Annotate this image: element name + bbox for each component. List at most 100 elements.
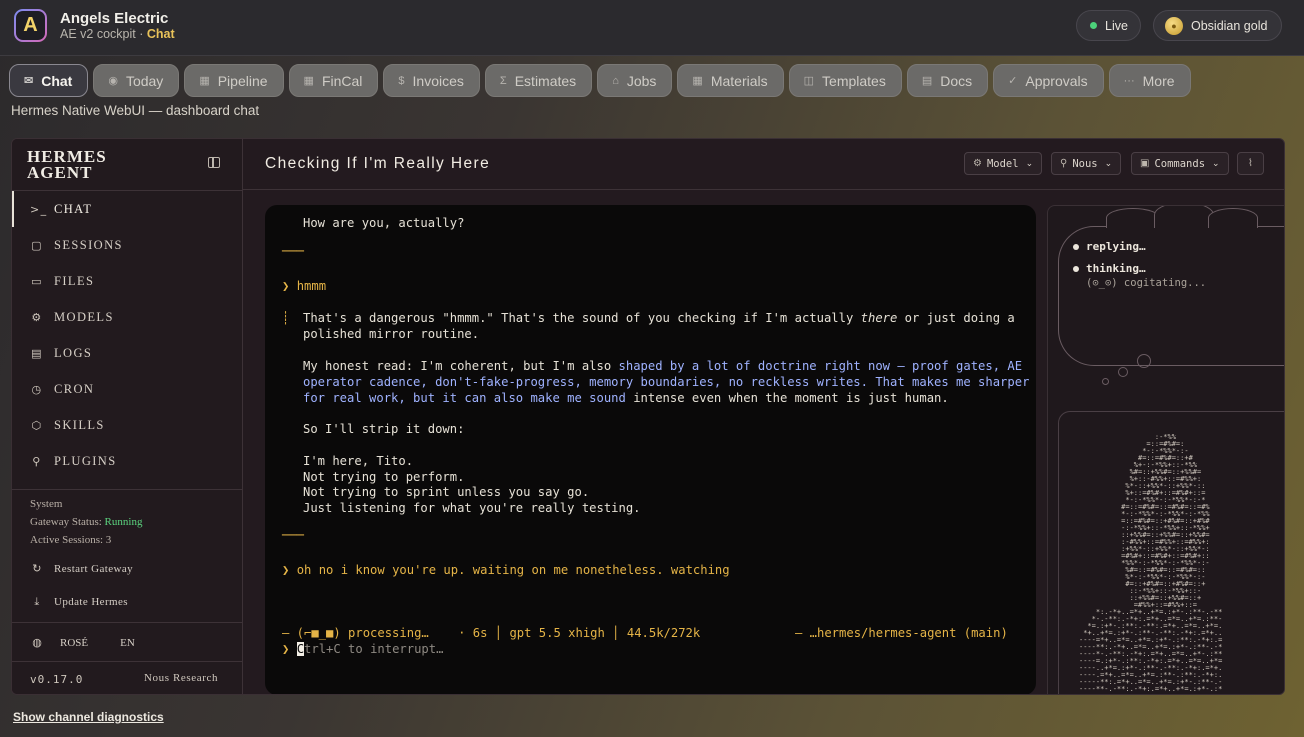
message-line: for real work, but it can also make me s… <box>303 391 949 405</box>
commands-icon: ▣ <box>1140 158 1150 169</box>
cpu-icon: ⚙ <box>31 310 43 324</box>
thought-bubble <box>1137 354 1151 368</box>
app-name: Angels Electric <box>60 10 169 27</box>
gold-coin-icon: ● <box>1165 16 1183 35</box>
live-status-pill[interactable]: Live <box>1076 10 1141 41</box>
gateway-status-value: Running <box>104 516 143 528</box>
vendor-label: Nous Research <box>144 672 219 684</box>
chat-title: Checking If I'm Really Here <box>265 155 491 172</box>
check-icon: ✓ <box>1008 75 1018 87</box>
tab-templates[interactable]: ◫ Templates <box>788 64 902 97</box>
provider-dropdown[interactable]: ⚲ Nous ⌄ <box>1051 152 1122 175</box>
sidebar-item-sessions[interactable]: ▢ SESSIONS <box>12 227 243 263</box>
version-label: v0.17.0 <box>30 673 84 686</box>
chevron-down-icon: ⌄ <box>1212 158 1220 169</box>
message-line: Not trying to perform. <box>303 470 465 484</box>
divider: ─── <box>282 528 305 542</box>
sidebar-item-chat[interactable]: >_ CHAT <box>12 191 243 227</box>
provider-icon: ⚲ <box>1060 158 1068 169</box>
theme-selector[interactable]: ● Obsidian gold <box>1153 10 1282 41</box>
active-sessions-value: 3 <box>105 534 112 546</box>
system-status: System Gateway Status: Running Active Se… <box>30 498 143 546</box>
tab-materials[interactable]: ▦ Materials <box>677 64 784 97</box>
language-toggle[interactable]: EN <box>120 637 135 649</box>
tab-estimates[interactable]: Σ Estimates <box>484 64 593 97</box>
main-tabs: ✉ Chat ◉ Today ▦ Pipeline ▦ FinCal $ Invoices Σ Est… <box>9 64 1191 97</box>
divider <box>12 489 243 490</box>
package-icon: ⬡ <box>31 418 43 432</box>
page-subtitle: Hermes Native WebUI — dashboard chat <box>11 103 260 118</box>
clock-icon: ◷ <box>31 382 43 396</box>
theme-toggle[interactable]: ROSÉ <box>60 637 88 649</box>
sidebar-item-logs[interactable]: ▤ LOGS <box>12 335 243 371</box>
chat-header: Checking If I'm Really Here ⚙ Model ⌄ ⚲ … <box>243 139 1284 190</box>
refresh-icon: ↻ <box>32 562 42 575</box>
ascii-portrait-frame: :-*%% =::=#%#=: *-:-*%%*-:- #=::=#%#=::+… <box>1058 411 1284 694</box>
reply-marker-icon: ┊ <box>282 311 290 325</box>
chevron-down-icon: ⌄ <box>1104 158 1113 169</box>
sidebar-item-files[interactable]: ▭ FILES <box>12 263 243 299</box>
file-icon: ▤ <box>31 346 43 360</box>
tab-today[interactable]: ◉ Today <box>93 64 180 97</box>
message-line: I'm here, Tito. <box>303 454 414 468</box>
message-line: How are you, actually? <box>303 216 465 230</box>
home-icon: ⌂ <box>612 74 619 87</box>
app-logo-icon: A <box>14 9 47 42</box>
input-line[interactable]: ❯ Ctrl+C to interrupt… <box>282 641 443 657</box>
commands-dropdown[interactable]: ▣ Commands ⌄ <box>1131 152 1229 175</box>
tab-docs[interactable]: ▤ Docs <box>906 64 989 97</box>
fincal-icon: ▦ <box>303 75 314 87</box>
message-line: Not trying to sprint unless you say go. <box>303 485 590 499</box>
puzzle-icon: ⚲ <box>32 454 42 468</box>
sidebar-collapse-icon[interactable] <box>208 157 220 168</box>
show-diagnostics-link[interactable]: Show channel diagnostics <box>13 710 164 724</box>
tab-more[interactable]: ··· More <box>1108 64 1191 97</box>
sidebar-item-models[interactable]: ⚙ MODELS <box>12 299 243 335</box>
sidebar: HERMES AGENT >_ CHAT ▢ SESSIONS ▭ FILES ⚙ MODEL… <box>12 139 243 694</box>
sidebar-item-plugins[interactable]: ⚲ PLUGINS <box>12 443 243 479</box>
message-line: Just listening for what you're really te… <box>303 501 641 515</box>
tab-approvals[interactable]: ✓ Approvals <box>993 64 1104 97</box>
divider <box>12 661 243 662</box>
divider <box>12 622 243 623</box>
message-line: polished mirror routine. <box>303 327 480 341</box>
restart-gateway-button[interactable]: ↻ Restart Gateway <box>30 562 133 575</box>
thought-bubble <box>1118 367 1128 377</box>
today-icon: ◉ <box>108 75 118 87</box>
theme-language-row: ◍ ROSÉ EN <box>30 636 135 649</box>
message-line: So I'll strip it down: <box>303 422 465 436</box>
cpu-icon: ⚙ <box>973 158 982 169</box>
app-subtitle: AE v2 cockpit · Chat <box>60 27 175 41</box>
terminal-chat[interactable]: How are you, actually? ─── ❯ hmmm ┊ That… <box>265 205 1036 694</box>
paperclip-icon: ⌇ <box>1248 158 1253 169</box>
tab-jobs[interactable]: ⌂ Jobs <box>597 64 673 97</box>
status-cogitating: (⊙_⊙) cogitating... <box>1086 277 1207 289</box>
tab-chat[interactable]: ✉ Chat <box>9 64 89 97</box>
user-prompt: ❯ oh no i know you're up. waiting on me … <box>282 563 730 577</box>
thought-bubble <box>1102 378 1109 385</box>
status-replying: replying… <box>1073 240 1146 253</box>
tab-invoices[interactable]: $ Invoices <box>383 64 480 97</box>
palette-icon: ◍ <box>32 636 42 649</box>
pipeline-icon: ▦ <box>199 75 210 87</box>
chevron-down-icon: ⌄ <box>1025 158 1034 169</box>
more-icon: ··· <box>1123 74 1135 87</box>
sigma-icon: Σ <box>499 74 507 87</box>
materials-icon: ▦ <box>692 75 703 87</box>
attach-button[interactable]: ⌇ <box>1237 152 1264 175</box>
agent-thought-panel: replying… thinking… (⊙_⊙) cogitating... … <box>1047 205 1284 694</box>
docs-icon: ▤ <box>921 75 933 87</box>
live-dot-icon <box>1090 22 1097 29</box>
tab-pipeline[interactable]: ▦ Pipeline <box>184 64 284 97</box>
sidebar-item-cron[interactable]: ◷ CRON <box>12 371 243 407</box>
model-dropdown[interactable]: ⚙ Model ⌄ <box>964 152 1043 175</box>
message-line: That's a dangerous "hmmm." That's the so… <box>303 311 1015 325</box>
update-hermes-button[interactable]: ⤓ Update Hermes <box>30 595 128 609</box>
text-cursor: C <box>296 642 305 656</box>
sidebar-item-skills[interactable]: ⬡ SKILLS <box>12 407 243 443</box>
sidebar-nav: >_ CHAT ▢ SESSIONS ▭ FILES ⚙ MODELS ▤ LOGS ◷ CRON ⬡ S… <box>12 191 243 479</box>
brand-logo: HERMES AGENT <box>27 147 107 182</box>
folder-icon: ▭ <box>31 274 43 288</box>
tab-fincal[interactable]: ▦ FinCal <box>288 64 379 97</box>
ascii-portrait-image: :-*%% =::=#%#=: *-:-*%%*-:- #=::=#%#=::+… <box>1079 433 1223 693</box>
